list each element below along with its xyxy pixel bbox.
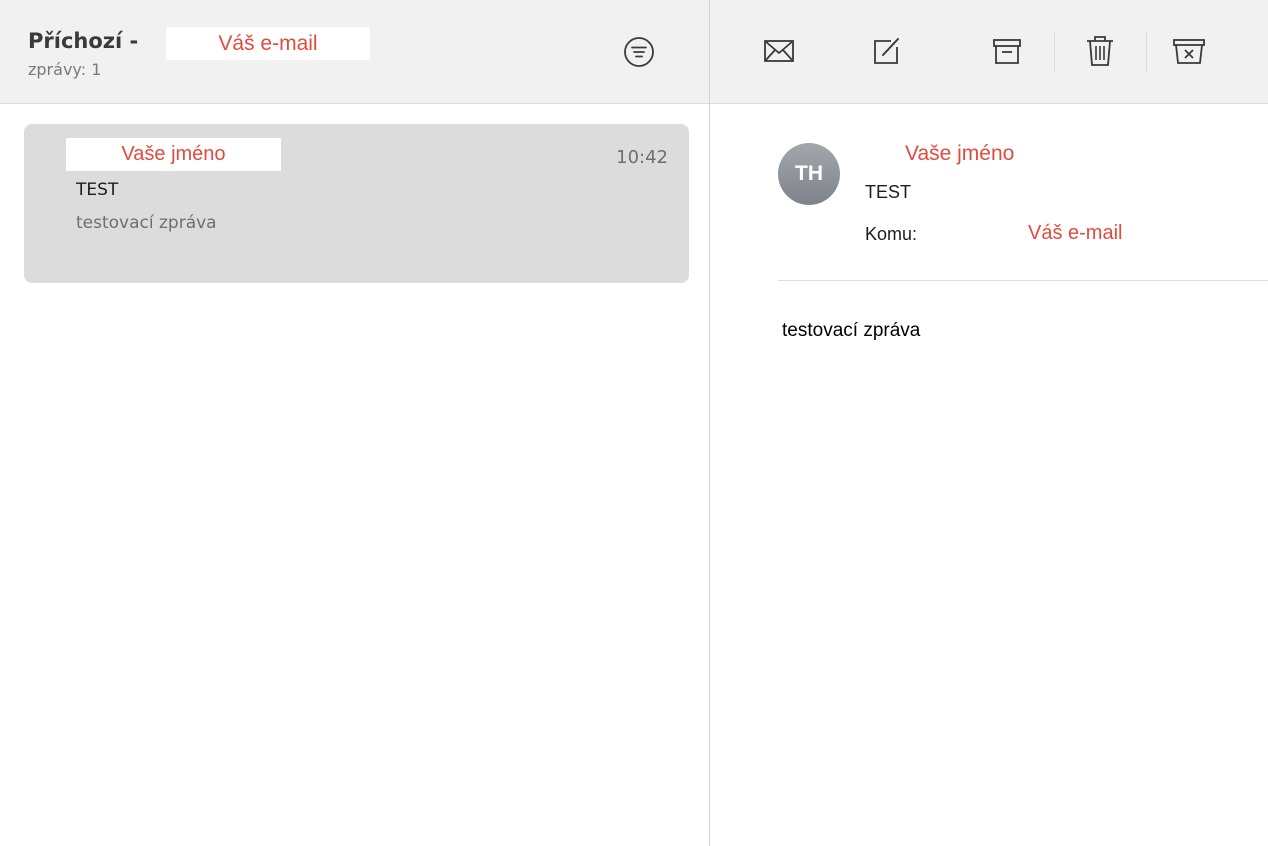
mailbox-header: Příchozí - Váš e-mail zprávy: 1 [0, 0, 709, 104]
list-item-preview: testovací zpráva [76, 213, 217, 233]
filter-icon [624, 37, 654, 67]
list-item[interactable]: Vaše jméno 10:42 TEST testovací zpráva [24, 124, 689, 283]
mailbox-title: Příchozí - [28, 29, 139, 53]
detail-subject: TEST [865, 182, 912, 202]
delete-button[interactable] [1081, 32, 1119, 70]
list-item-time: 10:42 [616, 147, 668, 168]
mail-app: Příchozí - Váš e-mail zprávy: 1 Vaše jmé… [0, 0, 1268, 846]
avatar: TH [778, 143, 840, 205]
get-mail-button[interactable] [760, 32, 798, 70]
junk-icon [1173, 39, 1205, 64]
list-item-subject: TEST [76, 180, 119, 200]
toolbar-separator [1146, 32, 1147, 72]
list-item-sender: Vaše jméno [66, 138, 281, 171]
to-recipient[interactable]: Váš e-mail [1028, 222, 1122, 245]
to-label: Komu: [865, 224, 918, 244]
message-list-pane: Příchozí - Váš e-mail zprávy: 1 Vaše jmé… [0, 0, 709, 846]
message-count: zprávy: 1 [28, 60, 102, 79]
archive-icon [993, 39, 1021, 64]
detail-sender[interactable]: Vaše jméno [905, 142, 1014, 166]
mailbox-email-label: Váš e-mail [166, 27, 370, 60]
compose-button[interactable] [867, 32, 905, 70]
archive-button[interactable] [988, 32, 1026, 70]
trash-icon [1087, 36, 1113, 66]
toolbar-separator [1054, 32, 1055, 72]
message-toolbar [710, 0, 1268, 104]
envelope-icon [764, 40, 794, 62]
compose-icon [874, 38, 899, 64]
message-body: testovací zpráva [782, 320, 921, 341]
message-detail-pane: TH Vaše jméno TEST Komu: Váš e-mail test… [710, 0, 1268, 846]
junk-button[interactable] [1170, 32, 1208, 70]
filter-button[interactable] [622, 35, 656, 69]
header-divider [778, 280, 1268, 281]
